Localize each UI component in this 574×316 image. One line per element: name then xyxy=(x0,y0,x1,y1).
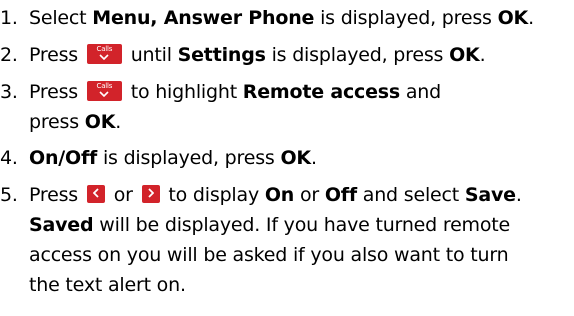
calls-key-icon: Calls xyxy=(86,80,122,101)
step-text: . xyxy=(515,184,522,206)
step-number: 5. xyxy=(0,184,18,206)
step-text: Press xyxy=(29,44,84,66)
step-bold-text: On/Off xyxy=(29,147,98,169)
step-bold-text: OK xyxy=(449,44,480,66)
step-number: 2. xyxy=(0,44,18,66)
step-bold-text: On xyxy=(264,184,295,206)
step-text: Press xyxy=(29,184,84,206)
chevron-down-icon xyxy=(99,90,109,97)
chevron-left-icon xyxy=(92,187,99,198)
calls-key-label: Calls xyxy=(96,81,113,90)
step-text: . xyxy=(310,147,317,169)
instruction-steps: 1. Select Menu, Answer Phone is displayed… xyxy=(0,0,574,316)
step-text: to highlight xyxy=(124,81,243,103)
step-text: Select xyxy=(29,7,93,29)
step-1: 1. Select Menu, Answer Phone is displayed… xyxy=(0,3,574,33)
step-bold-text: Saved xyxy=(29,214,94,236)
calls-key-icon: Calls xyxy=(86,43,122,64)
step-4: 4. On/Off is displayed, press OK. xyxy=(0,143,574,173)
step-bold-text: Menu, Answer Phone xyxy=(92,7,315,29)
step-text: or xyxy=(107,184,139,206)
step-text: Press xyxy=(29,81,84,103)
step-number: 3. xyxy=(0,81,18,103)
step-text: . xyxy=(115,111,122,133)
step-continuation: access on you will be asked if you also … xyxy=(29,244,509,266)
chevron-down-icon xyxy=(99,53,109,60)
right-arrow-key-icon xyxy=(141,184,160,203)
step-text: press xyxy=(29,111,85,133)
step-text: until xyxy=(124,44,178,66)
step-5: 5. Press or to display On or Off and sele… xyxy=(0,180,574,300)
step-text: . xyxy=(479,44,486,66)
step-bold-text: OK xyxy=(497,7,529,29)
step-text: will be displayed. If you have turned re… xyxy=(93,214,511,236)
step-3: 3. Press Calls to highlight Remote access… xyxy=(0,77,574,137)
step-bold-text: Save xyxy=(464,184,516,206)
step-bold-text: OK xyxy=(280,147,311,169)
step-continuation: Saved will be displayed. If you have tur… xyxy=(0,210,574,240)
step-continuation: press OK. xyxy=(0,107,574,137)
step-bold-text: Remote access xyxy=(242,81,400,103)
calls-key-label: Calls xyxy=(96,44,113,53)
step-bold-text: Off xyxy=(324,184,357,206)
step-continuation: the text alert on. xyxy=(29,274,186,296)
step-text: and xyxy=(400,81,441,103)
step-text: is displayed, press xyxy=(97,147,281,169)
step-text: . xyxy=(528,7,534,29)
step-number: 1. xyxy=(0,7,18,29)
step-text: or xyxy=(294,184,325,206)
step-text: is displayed, press xyxy=(265,44,450,66)
step-bold-text: Settings xyxy=(177,44,266,66)
step-2: 2. Press Calls until Settings is displaye… xyxy=(0,40,574,70)
chevron-right-icon xyxy=(147,187,154,198)
left-arrow-key-icon xyxy=(86,184,105,203)
step-number: 4. xyxy=(0,147,18,169)
step-text: to display xyxy=(162,184,265,206)
step-bold-text: OK xyxy=(84,111,116,133)
step-text: is displayed, press xyxy=(314,7,498,29)
step-text: and select xyxy=(356,184,465,206)
